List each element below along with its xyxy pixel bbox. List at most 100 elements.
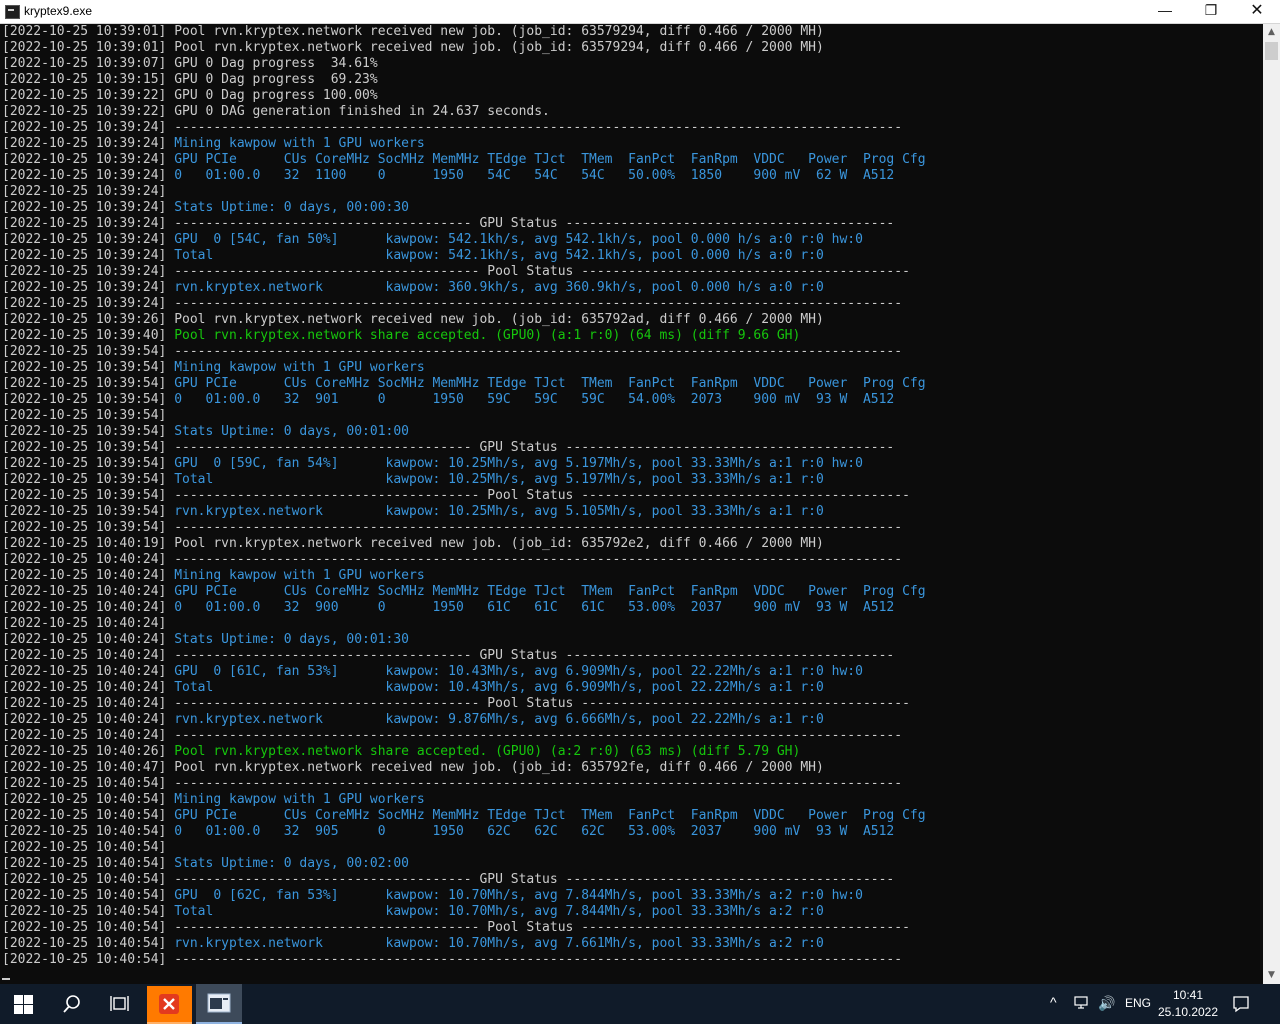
search-icon: [63, 995, 80, 1013]
console-line: [2022-10-25 10:40:19] Pool rvn.kryptex.n…: [2, 536, 824, 552]
scroll-up-arrow-icon[interactable]: ▲: [1263, 24, 1280, 41]
console-line: [2022-10-25 10:39:01] Pool rvn.kryptex.n…: [2, 24, 824, 40]
log-timestamp: [2022-10-25 10:40:24]: [2, 552, 167, 567]
console-line: [2022-10-25 10:39:24] Mining kawpow with…: [2, 136, 425, 152]
log-timestamp: [2022-10-25 10:39:54]: [2, 424, 167, 439]
taskbar-app-console[interactable]: [196, 984, 242, 1024]
tray-overflow-chevron-icon[interactable]: ^: [1050, 994, 1057, 1010]
log-message: GPU 0 [62C, fan 53%] kawpow: 10.70Mh/s, …: [166, 888, 863, 903]
log-message: GPU PCIe CUs CoreMHz SocMHz MemMHz TEdge…: [166, 808, 926, 823]
console-line: [2022-10-25 10:40:54] 0 01:00.0 32 905 0…: [2, 824, 894, 840]
task-view-icon: [110, 996, 129, 1011]
log-message: GPU 0 [61C, fan 53%] kawpow: 10.43Mh/s, …: [166, 664, 863, 679]
log-timestamp: [2022-10-25 10:40:54]: [2, 872, 167, 887]
console-line: [2022-10-25 10:39:40] Pool rvn.kryptex.n…: [2, 328, 800, 344]
window-title: kryptex9.exe: [24, 4, 93, 18]
log-message: ----------------------------------------…: [166, 776, 903, 791]
console-line: [2022-10-25 10:39:54] ------------------…: [2, 488, 910, 504]
volume-icon[interactable]: 🔊: [1098, 995, 1115, 1012]
console-line: [2022-10-25 10:40:54] GPU 0 [62C, fan 53…: [2, 888, 863, 904]
console-line: [2022-10-25 10:39:24] rvn.kryptex.networ…: [2, 280, 824, 296]
log-message: GPU PCIe CUs CoreMHz SocMHz MemMHz TEdge…: [166, 376, 926, 391]
log-timestamp: [2022-10-25 10:39:24]: [2, 248, 167, 263]
console-output[interactable]: [2022-10-25 10:39:01] Pool rvn.kryptex.n…: [0, 24, 1263, 984]
console-line: [2022-10-25 10:39:54] Total kawpow: 10.2…: [2, 472, 824, 488]
log-timestamp: [2022-10-25 10:40:54]: [2, 952, 167, 967]
log-message: Pool rvn.kryptex.network received new jo…: [166, 40, 824, 55]
log-timestamp: [2022-10-25 10:39:24]: [2, 232, 167, 247]
close-button[interactable]: ✕: [1234, 0, 1280, 23]
console-line: [2022-10-25 10:39:24] Total kawpow: 542.…: [2, 248, 824, 264]
clock-date[interactable]: 25.10.2022: [1157, 1005, 1219, 1019]
console-line: [2022-10-25 10:39:54] ------------------…: [2, 344, 902, 360]
console-line: [2022-10-25 10:39:54] Stats Uptime: 0 da…: [2, 424, 409, 440]
console-line: [2022-10-25 10:39:07] GPU 0 Dag progress…: [2, 56, 378, 72]
console-line: [2022-10-25 10:39:22] GPU 0 DAG generati…: [2, 104, 550, 120]
log-timestamp: [2022-10-25 10:39:26]: [2, 312, 167, 327]
console-line: [2022-10-25 10:39:24] Stats Uptime: 0 da…: [2, 200, 409, 216]
log-timestamp: [2022-10-25 10:40:54]: [2, 904, 167, 919]
log-message: ----------------------------------------…: [166, 344, 903, 359]
start-button[interactable]: [0, 984, 48, 1024]
console-app-icon: [5, 5, 20, 19]
console-line: [2022-10-25 10:40:54] Total kawpow: 10.7…: [2, 904, 824, 920]
log-message: Mining kawpow with 1 GPU workers: [166, 136, 425, 151]
console-line: [2022-10-25 10:40:24] 0 01:00.0 32 900 0…: [2, 600, 894, 616]
taskbar-app-kryptex[interactable]: [147, 986, 192, 1024]
console-line: [2022-10-25 10:40:54] ------------------…: [2, 920, 910, 936]
log-timestamp: [2022-10-25 10:40:54]: [2, 856, 167, 871]
window-titlebar[interactable]: kryptex9.exe — ❐ ✕: [0, 0, 1280, 24]
log-timestamp: [2022-10-25 10:39:54]: [2, 408, 167, 423]
log-message: 0 01:00.0 32 1100 0 1950 54C 54C 54C 50.…: [166, 168, 895, 183]
log-message: GPU 0 Dag progress 100.00%: [166, 88, 378, 103]
search-button[interactable]: [48, 984, 96, 1024]
console-line: [2022-10-25 10:40:54] GPU PCIe CUs CoreM…: [2, 808, 926, 824]
log-message: Mining kawpow with 1 GPU workers: [166, 568, 425, 583]
scroll-down-arrow-icon[interactable]: ▼: [1263, 967, 1280, 984]
kryptex-icon: [159, 994, 179, 1014]
log-timestamp: [2022-10-25 10:40:47]: [2, 760, 167, 775]
maximize-button[interactable]: ❐: [1188, 0, 1234, 23]
console-line: [2022-10-25 10:40:24]: [2, 616, 166, 632]
minimize-button[interactable]: —: [1142, 0, 1188, 23]
log-message: --------------------------------------- …: [166, 920, 910, 935]
console-icon: [207, 993, 231, 1013]
log-message: -------------------------------------- G…: [166, 216, 895, 231]
log-message: GPU 0 Dag progress 34.61%: [166, 56, 378, 71]
log-message: Total kawpow: 10.25Mh/s, avg 5.197Mh/s, …: [166, 472, 824, 487]
log-timestamp: [2022-10-25 10:40:54]: [2, 936, 167, 951]
log-timestamp: [2022-10-25 10:40:24]: [2, 568, 167, 583]
log-message: Stats Uptime: 0 days, 00:00:30: [166, 200, 410, 215]
log-message: 0 01:00.0 32 900 0 1950 61C 61C 61C 53.0…: [166, 600, 895, 615]
log-message: GPU PCIe CUs CoreMHz SocMHz MemMHz TEdge…: [166, 584, 926, 599]
notification-center-icon[interactable]: [1232, 995, 1250, 1013]
log-message: Stats Uptime: 0 days, 00:01:00: [166, 424, 410, 439]
vertical-scrollbar[interactable]: ▲ ▼: [1263, 24, 1280, 984]
log-message: --------------------------------------- …: [166, 696, 910, 711]
log-message: Mining kawpow with 1 GPU workers: [166, 792, 425, 807]
console-line: [2022-10-25 10:40:54]: [2, 840, 166, 856]
log-message: Total kawpow: 10.70Mh/s, avg 7.844Mh/s, …: [166, 904, 824, 919]
log-message: Mining kawpow with 1 GPU workers: [166, 360, 425, 375]
log-message: -------------------------------------- G…: [166, 872, 895, 887]
console-line: [2022-10-25 10:40:54] ------------------…: [2, 952, 902, 968]
console-line: [2022-10-25 10:39:54] 0 01:00.0 32 901 0…: [2, 392, 894, 408]
log-timestamp: [2022-10-25 10:40:26]: [2, 744, 167, 759]
log-message: Stats Uptime: 0 days, 00:01:30: [166, 632, 410, 647]
log-timestamp: [2022-10-25 10:39:54]: [2, 504, 167, 519]
log-timestamp: [2022-10-25 10:40:24]: [2, 728, 167, 743]
language-indicator[interactable]: ENG: [1125, 996, 1151, 1010]
log-timestamp: [2022-10-25 10:39:07]: [2, 56, 167, 71]
task-view-button[interactable]: [96, 984, 144, 1024]
console-line: [2022-10-25 10:40:24] GPU PCIe CUs CoreM…: [2, 584, 926, 600]
log-timestamp: [2022-10-25 10:39:54]: [2, 520, 167, 535]
clock-time[interactable]: 10:41: [1160, 988, 1216, 1002]
network-icon[interactable]: [1074, 996, 1090, 1010]
console-line: [2022-10-25 10:40:47] Pool rvn.kryptex.n…: [2, 760, 824, 776]
log-timestamp: [2022-10-25 10:40:24]: [2, 616, 167, 631]
console-line: [2022-10-25 10:40:54] Stats Uptime: 0 da…: [2, 856, 409, 872]
console-line: [2022-10-25 10:40:26] Pool rvn.kryptex.n…: [2, 744, 800, 760]
scroll-thumb[interactable]: [1265, 42, 1278, 60]
log-timestamp: [2022-10-25 10:40:54]: [2, 808, 167, 823]
log-timestamp: [2022-10-25 10:40:54]: [2, 792, 167, 807]
